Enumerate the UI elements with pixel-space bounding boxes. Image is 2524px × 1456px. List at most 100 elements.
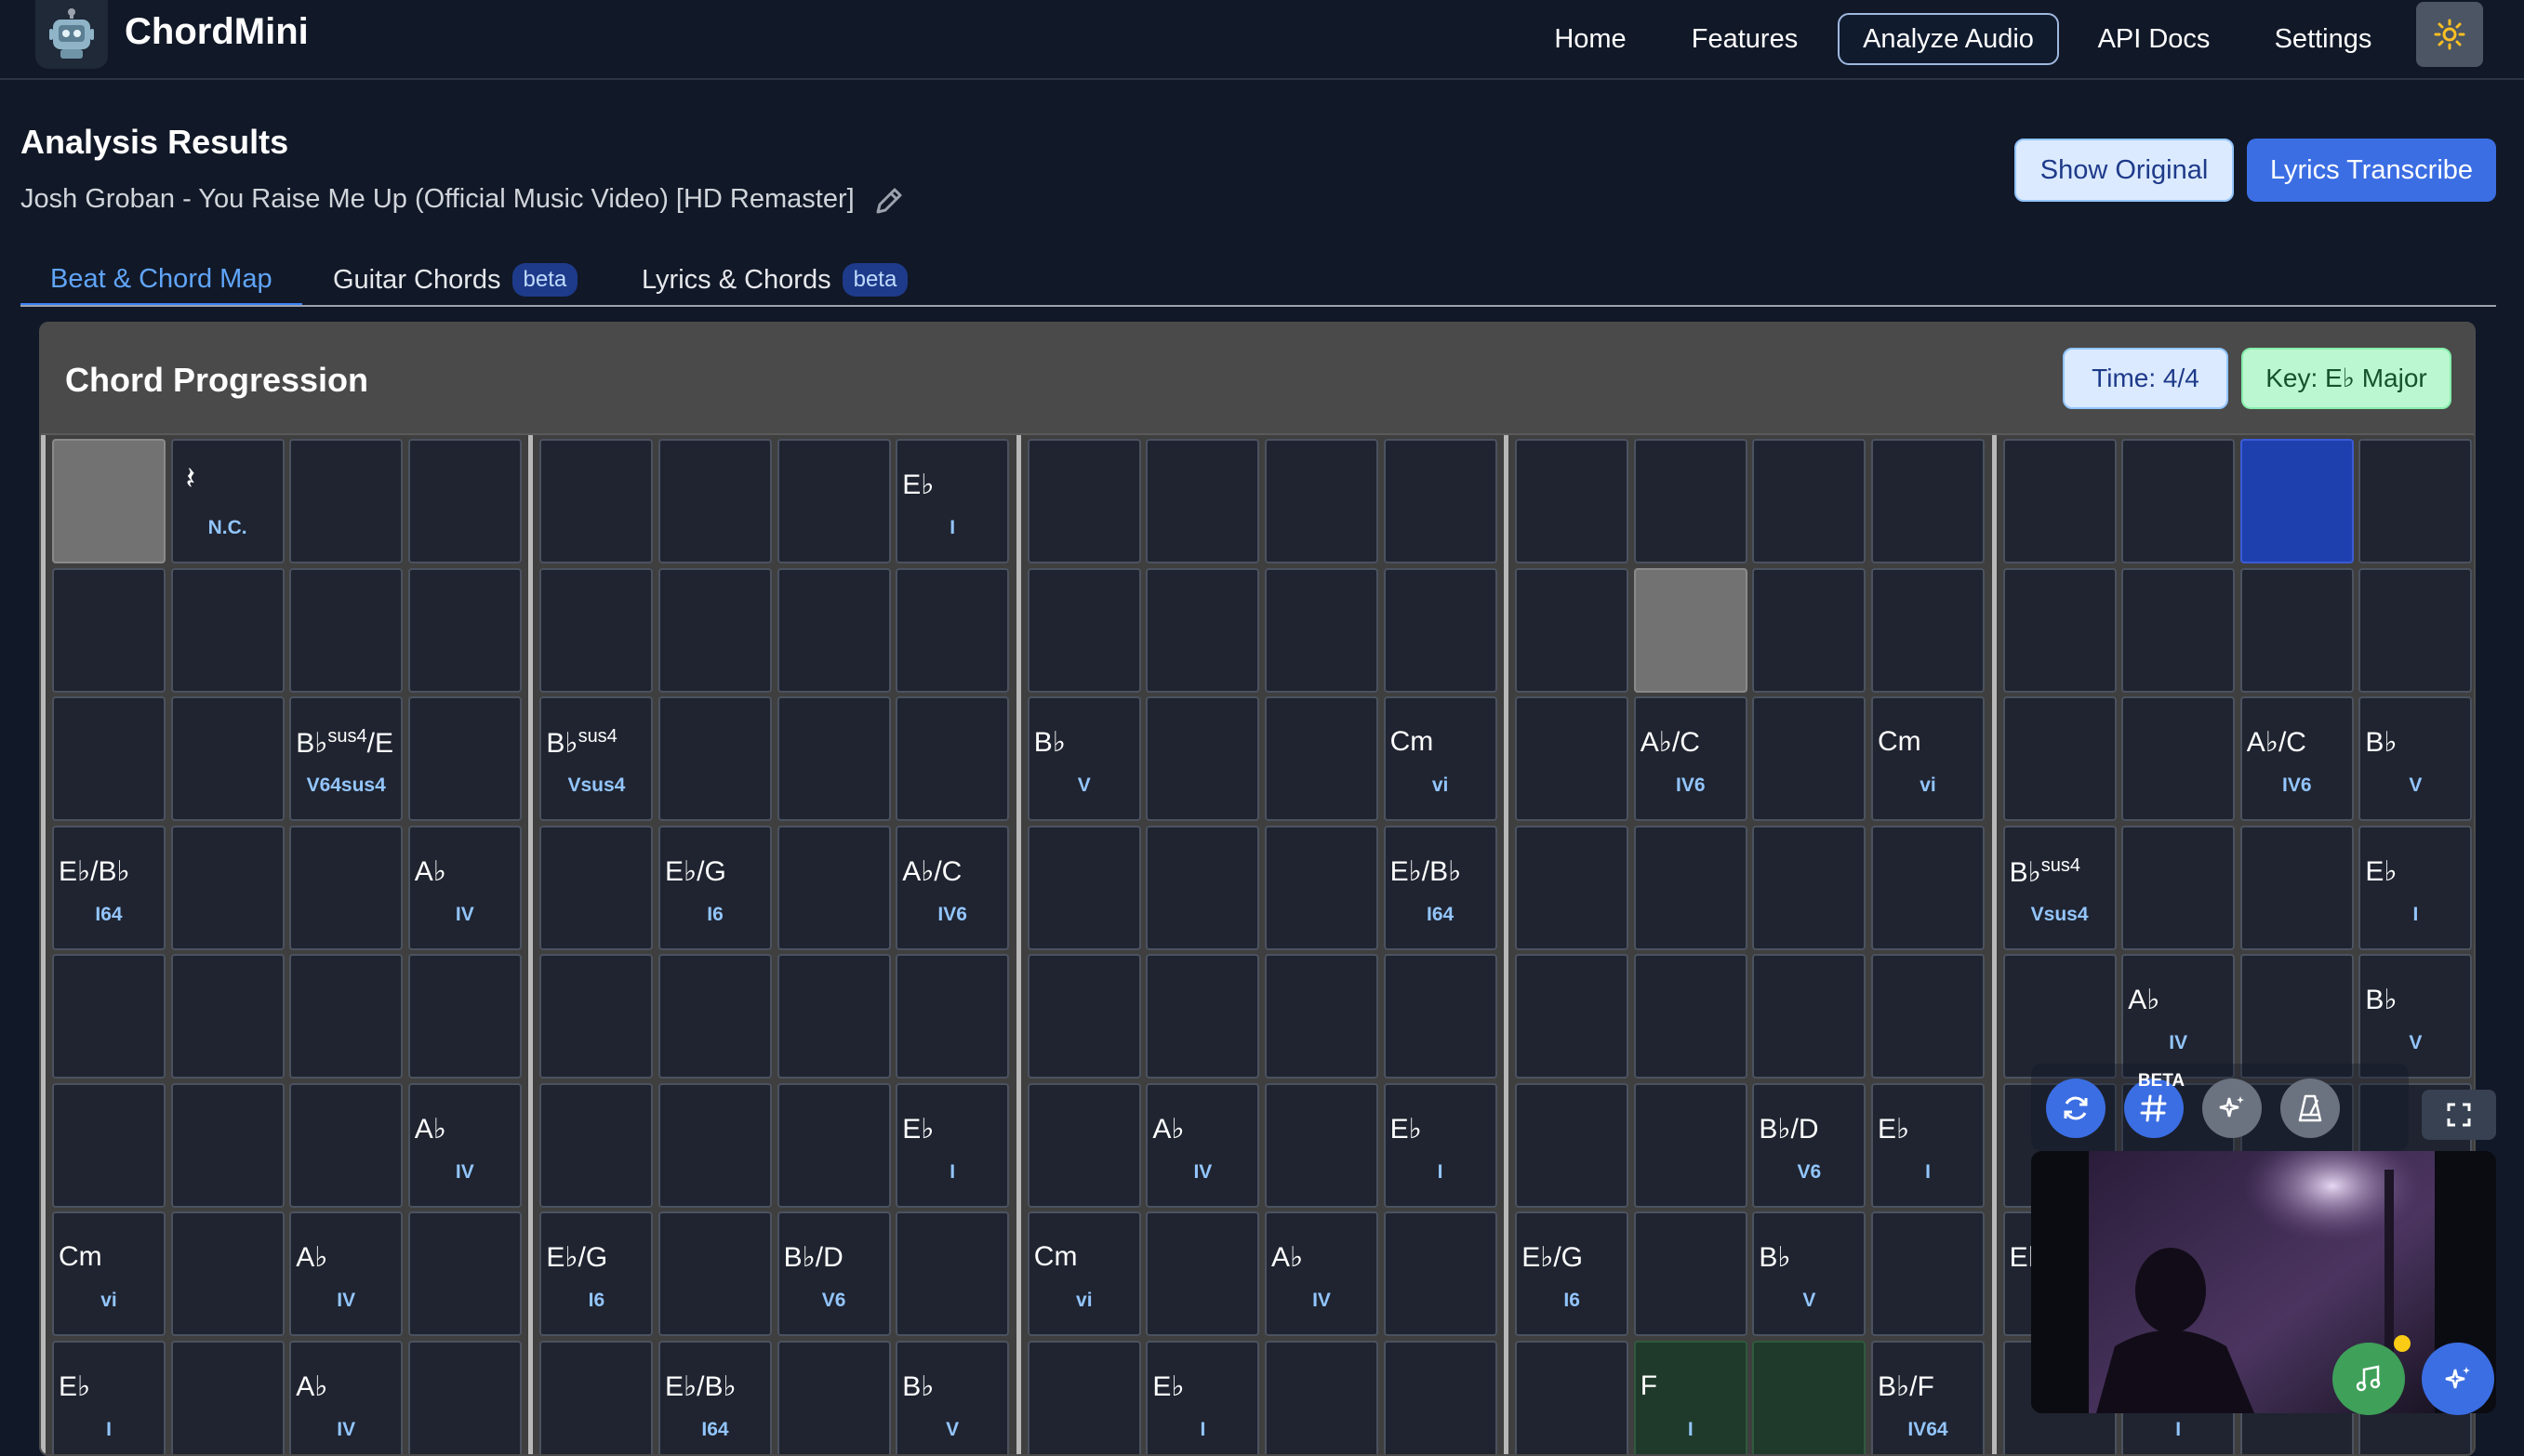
beat-cell[interactable] <box>1384 1341 1497 1456</box>
beat-cell[interactable]: E♭I <box>896 1083 1009 1208</box>
beat-cell[interactable] <box>52 439 166 563</box>
beat-cell[interactable]: B♭/FIV64 <box>1871 1341 1985 1456</box>
beat-cell[interactable] <box>1752 1341 1866 1456</box>
beat-cell[interactable] <box>1634 1211 1747 1336</box>
beat-cell[interactable] <box>1752 439 1866 563</box>
beat-cell[interactable] <box>408 696 522 821</box>
beat-cell[interactable] <box>658 1083 772 1208</box>
beat-cell[interactable] <box>1028 439 1141 563</box>
beat-cell[interactable] <box>171 1083 285 1208</box>
beat-cell[interactable] <box>1871 439 1985 563</box>
beat-cell[interactable] <box>1146 954 1259 1079</box>
beat-cell[interactable] <box>171 954 285 1079</box>
ai-chat-button[interactable] <box>2422 1343 2494 1415</box>
beat-cell[interactable] <box>1515 439 1628 563</box>
beat-cell[interactable] <box>658 439 772 563</box>
refresh-button[interactable] <box>2046 1079 2106 1138</box>
beat-cell[interactable]: E♭I <box>2358 826 2472 950</box>
beat-cell[interactable]: Cmvi <box>1871 696 1985 821</box>
beat-cell[interactable]: E♭I <box>1871 1083 1985 1208</box>
beat-cell[interactable] <box>2003 568 2117 693</box>
beat-cell[interactable] <box>1384 568 1497 693</box>
beat-cell[interactable]: Cmvi <box>1384 696 1497 821</box>
nav-features[interactable]: Features <box>1681 15 1808 63</box>
robot-logo-icon[interactable] <box>35 0 108 69</box>
beat-cell[interactable] <box>1146 439 1259 563</box>
beat-cell[interactable] <box>539 954 653 1079</box>
beat-cell[interactable]: Cmvi <box>1028 1211 1141 1336</box>
beat-cell[interactable] <box>171 826 285 950</box>
beat-cell[interactable]: B♭/DV6 <box>777 1211 891 1336</box>
beat-cell[interactable] <box>408 439 522 563</box>
beat-cell[interactable]: B♭sus4Vsus4 <box>2003 826 2117 950</box>
beat-cell[interactable] <box>1515 1341 1628 1456</box>
beat-cell[interactable] <box>658 568 772 693</box>
beat-cell[interactable] <box>1871 1211 1985 1336</box>
beat-cell[interactable] <box>1028 826 1141 950</box>
beat-cell[interactable]: E♭/GI6 <box>1515 1211 1628 1336</box>
beat-cell[interactable] <box>1634 568 1747 693</box>
beat-cell[interactable] <box>2240 954 2354 1079</box>
beat-cell[interactable] <box>777 568 891 693</box>
beat-cell[interactable] <box>658 954 772 1079</box>
beat-cell[interactable]: A♭IV <box>2121 954 2235 1079</box>
beat-cell[interactable] <box>1265 439 1378 563</box>
beat-cell[interactable]: Cmvi <box>52 1211 166 1336</box>
beat-cell[interactable]: A♭IV <box>289 1211 403 1336</box>
beat-cell[interactable]: E♭/B♭I64 <box>1384 826 1497 950</box>
beat-cell[interactable] <box>1634 1083 1747 1208</box>
beat-cell[interactable] <box>171 568 285 693</box>
beat-cell[interactable] <box>1515 1083 1628 1208</box>
beat-cell[interactable] <box>1634 954 1747 1079</box>
beat-cell[interactable] <box>52 954 166 1079</box>
show-original-button[interactable]: Show Original <box>2014 139 2234 202</box>
beat-cell[interactable] <box>1265 568 1378 693</box>
beat-cell[interactable] <box>289 954 403 1079</box>
beat-cell[interactable] <box>2358 439 2472 563</box>
beat-cell[interactable]: E♭/GI6 <box>658 826 772 950</box>
nav-home[interactable]: Home <box>1534 15 1646 63</box>
beat-cell[interactable] <box>1871 826 1985 950</box>
app-name[interactable]: ChordMini <box>125 11 309 53</box>
beat-cell[interactable]: A♭IV <box>408 1083 522 1208</box>
beat-cell[interactable] <box>896 696 1009 821</box>
beat-cell[interactable]: E♭I <box>896 439 1009 563</box>
beat-cell[interactable] <box>1146 696 1259 821</box>
beat-cell[interactable] <box>777 1341 891 1456</box>
beat-cell[interactable] <box>1515 826 1628 950</box>
beat-cell[interactable] <box>289 568 403 693</box>
beat-cell[interactable] <box>1752 826 1866 950</box>
beat-cell[interactable] <box>658 1211 772 1336</box>
beat-cell[interactable] <box>539 1341 653 1456</box>
beat-cell[interactable] <box>2358 568 2472 693</box>
beat-cell[interactable] <box>2003 954 2117 1079</box>
beat-cell[interactable]: B♭V <box>896 1341 1009 1456</box>
beat-cell[interactable] <box>1871 568 1985 693</box>
beat-cell[interactable]: B♭sus4Vsus4 <box>539 696 653 821</box>
beat-cell[interactable]: E♭I <box>1146 1341 1259 1456</box>
theme-toggle-button[interactable] <box>2416 2 2483 67</box>
beat-cell[interactable]: B♭V <box>2358 696 2472 821</box>
beat-cell[interactable] <box>1515 954 1628 1079</box>
beat-cell[interactable] <box>52 568 166 693</box>
beat-cell[interactable]: 𝄽N.C. <box>171 439 285 563</box>
beat-cell[interactable] <box>1515 568 1628 693</box>
beat-cell[interactable] <box>2121 439 2235 563</box>
beat-cell[interactable] <box>171 1341 285 1456</box>
music-player-button[interactable] <box>2332 1343 2405 1415</box>
beat-cell[interactable]: E♭/B♭I64 <box>658 1341 772 1456</box>
beat-cell[interactable] <box>1028 1083 1141 1208</box>
pencil-edit-icon[interactable] <box>872 184 906 218</box>
beat-cell[interactable] <box>1752 696 1866 821</box>
beat-cell[interactable]: A♭IV <box>408 826 522 950</box>
beat-cell[interactable] <box>1265 696 1378 821</box>
beat-cell[interactable]: A♭/CIV6 <box>2240 696 2354 821</box>
beat-cell[interactable] <box>896 1211 1009 1336</box>
beat-cell[interactable] <box>2121 696 2235 821</box>
beat-cell[interactable] <box>1146 1211 1259 1336</box>
nav-analyze-audio[interactable]: Analyze Audio <box>1838 13 2059 65</box>
tab-lyrics-chords[interactable]: Lyrics & Chords beta <box>642 255 908 305</box>
beat-cell[interactable] <box>896 954 1009 1079</box>
beat-cell[interactable] <box>2121 568 2235 693</box>
beat-cell[interactable]: A♭/CIV6 <box>1634 696 1747 821</box>
